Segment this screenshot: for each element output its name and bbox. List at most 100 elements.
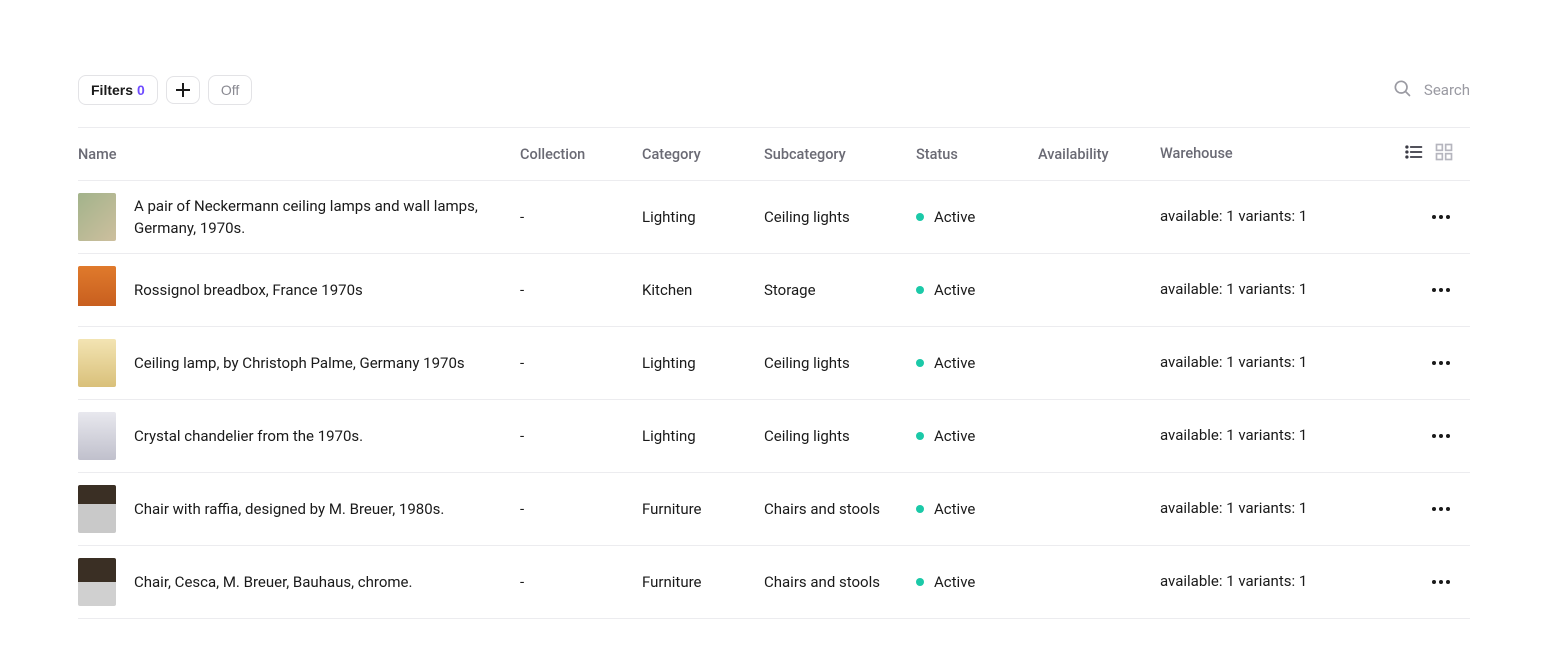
cell-status: Active (916, 354, 1038, 372)
cell-actions (1340, 576, 1470, 588)
column-header-subcategory[interactable]: Subcategory (764, 146, 916, 163)
cell-actions (1340, 284, 1470, 296)
cell-name: Rossignol breadbox, France 1970s (78, 266, 520, 314)
cell-actions (1340, 211, 1470, 223)
product-thumbnail[interactable] (78, 339, 116, 387)
product-thumbnail[interactable] (78, 193, 116, 241)
cell-subcategory: Chairs and stools (764, 573, 916, 591)
add-filter-button[interactable] (166, 76, 200, 104)
column-header-name[interactable]: Name (78, 146, 520, 163)
cell-category: Furniture (642, 500, 764, 518)
status-dot-icon (916, 505, 924, 513)
plus-icon (176, 83, 190, 97)
product-name[interactable]: A pair of Neckermann ceiling lamps and w… (134, 195, 504, 240)
product-thumbnail[interactable] (78, 266, 116, 314)
cell-collection: - (520, 281, 642, 299)
product-name[interactable]: Chair with raffia, designed by M. Breuer… (134, 498, 444, 521)
filters-button[interactable]: Filters 0 (78, 75, 158, 105)
column-header-status[interactable]: Status (916, 146, 1038, 163)
cell-name: Crystal chandelier from the 1970s. (78, 412, 520, 460)
cell-status: Active (916, 500, 1038, 518)
product-thumbnail[interactable] (78, 485, 116, 533)
cell-status: Active (916, 427, 1038, 445)
filters-label: Filters (91, 82, 133, 98)
toolbar: Filters 0 Off Search (78, 75, 1470, 105)
cell-category: Kitchen (642, 281, 764, 299)
cell-subcategory: Ceiling lights (764, 427, 916, 445)
cell-warehouse: available: 1 variants: 1 (1160, 424, 1340, 447)
filters-count: 0 (137, 82, 145, 98)
more-actions-icon[interactable] (1428, 284, 1454, 296)
column-header-category[interactable]: Category (642, 146, 764, 163)
product-name[interactable]: Ceiling lamp, by Christoph Palme, German… (134, 352, 465, 375)
cell-subcategory: Chairs and stools (764, 500, 916, 518)
list-view-icon[interactable] (1404, 142, 1424, 166)
status-text: Active (934, 281, 975, 299)
cell-category: Lighting (642, 354, 764, 372)
products-table: Name Collection Category Subcategory Sta… (78, 127, 1470, 619)
more-actions-icon[interactable] (1428, 430, 1454, 442)
cell-warehouse: available: 1 variants: 1 (1160, 278, 1340, 301)
cell-collection: - (520, 573, 642, 591)
more-actions-icon[interactable] (1428, 357, 1454, 369)
cell-name: Ceiling lamp, by Christoph Palme, German… (78, 339, 520, 387)
cell-name: Chair with raffia, designed by M. Breuer… (78, 485, 520, 533)
column-header-actions (1340, 142, 1470, 166)
cell-warehouse: available: 1 variants: 1 (1160, 205, 1340, 228)
status-text: Active (934, 573, 975, 591)
search-icon (1392, 78, 1412, 102)
cell-warehouse: available: 1 variants: 1 (1160, 570, 1340, 593)
status-text: Active (934, 354, 975, 372)
column-header-availability[interactable]: Availability (1038, 146, 1160, 163)
table-header: Name Collection Category Subcategory Sta… (78, 128, 1470, 181)
status-dot-icon (916, 578, 924, 586)
table-row[interactable]: Crystal chandelier from the 1970s. - Lig… (78, 400, 1470, 473)
grid-view-icon[interactable] (1434, 142, 1454, 166)
cell-status: Active (916, 208, 1038, 226)
cell-subcategory: Storage (764, 281, 916, 299)
status-text: Active (934, 500, 975, 518)
search-placeholder: Search (1424, 81, 1470, 99)
status-dot-icon (916, 432, 924, 440)
search-area[interactable]: Search (1392, 78, 1470, 102)
cell-name: A pair of Neckermann ceiling lamps and w… (78, 193, 520, 241)
off-label: Off (221, 82, 239, 98)
table-row[interactable]: Ceiling lamp, by Christoph Palme, German… (78, 327, 1470, 400)
product-name[interactable]: Crystal chandelier from the 1970s. (134, 425, 363, 448)
cell-subcategory: Ceiling lights (764, 208, 916, 226)
table-row[interactable]: Rossignol breadbox, France 1970s - Kitch… (78, 254, 1470, 327)
cell-warehouse: available: 1 variants: 1 (1160, 351, 1340, 374)
view-toggle (1404, 142, 1454, 166)
cell-category: Lighting (642, 427, 764, 445)
toolbar-left: Filters 0 Off (78, 75, 252, 105)
table-row[interactable]: Chair with raffia, designed by M. Breuer… (78, 473, 1470, 546)
product-name[interactable]: Chair, Cesca, M. Breuer, Bauhaus, chrome… (134, 571, 412, 594)
column-header-collection[interactable]: Collection (520, 146, 642, 163)
product-thumbnail[interactable] (78, 558, 116, 606)
column-header-warehouse[interactable]: Warehouse (1160, 143, 1340, 165)
more-actions-icon[interactable] (1428, 576, 1454, 588)
more-actions-icon[interactable] (1428, 503, 1454, 515)
status-text: Active (934, 208, 975, 226)
cell-collection: - (520, 354, 642, 372)
cell-status: Active (916, 573, 1038, 591)
table-row[interactable]: A pair of Neckermann ceiling lamps and w… (78, 181, 1470, 254)
cell-actions (1340, 430, 1470, 442)
status-dot-icon (916, 286, 924, 294)
cell-subcategory: Ceiling lights (764, 354, 916, 372)
cell-status: Active (916, 281, 1038, 299)
more-actions-icon[interactable] (1428, 211, 1454, 223)
cell-collection: - (520, 427, 642, 445)
product-name[interactable]: Rossignol breadbox, France 1970s (134, 279, 363, 302)
status-dot-icon (916, 359, 924, 367)
table-row[interactable]: Chair, Cesca, M. Breuer, Bauhaus, chrome… (78, 546, 1470, 619)
cell-name: Chair, Cesca, M. Breuer, Bauhaus, chrome… (78, 558, 520, 606)
cell-actions (1340, 357, 1470, 369)
status-dot-icon (916, 213, 924, 221)
cell-warehouse: available: 1 variants: 1 (1160, 497, 1340, 520)
filters-off-button[interactable]: Off (208, 75, 252, 105)
cell-category: Furniture (642, 573, 764, 591)
product-thumbnail[interactable] (78, 412, 116, 460)
cell-collection: - (520, 500, 642, 518)
cell-category: Lighting (642, 208, 764, 226)
